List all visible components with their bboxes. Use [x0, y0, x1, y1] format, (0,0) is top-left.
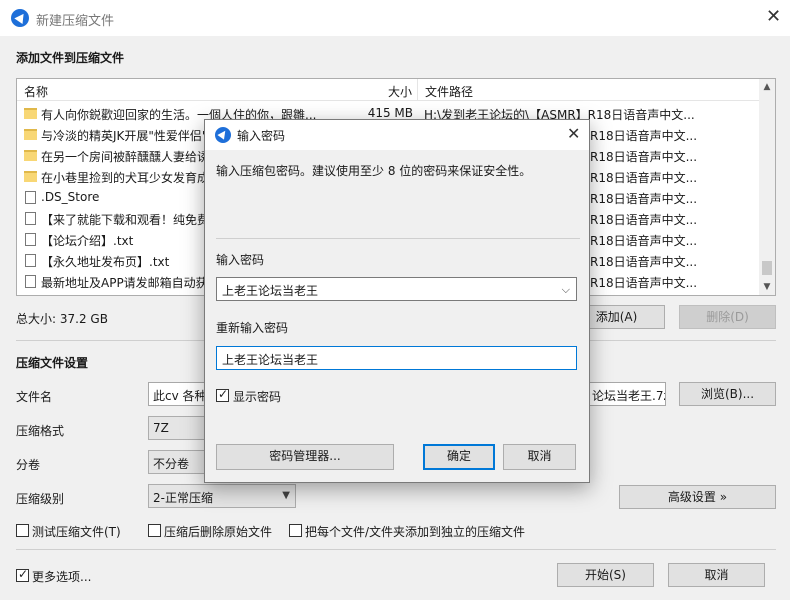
level-select[interactable]: 2-正常压缩 ▼ — [148, 484, 296, 508]
password-input[interactable]: 上老王论坛当老王 ⌵ — [216, 277, 577, 301]
divider — [16, 549, 776, 550]
cancel-button[interactable]: 取消 — [668, 563, 765, 587]
dialog-title: 输入密码 — [237, 129, 286, 143]
file-icon — [25, 254, 36, 267]
delete-after-checkbox[interactable] — [148, 524, 161, 537]
file-size: 415 MB — [367, 106, 413, 120]
chevron-down-icon: ▼ — [282, 490, 290, 501]
advanced-settings-button[interactable]: 高级设置 » — [619, 485, 776, 509]
show-password-label[interactable]: 显示密码 — [233, 388, 281, 405]
window-title: 新建压缩文件 — [36, 14, 115, 29]
file-path: R18日语音声中文... — [590, 171, 698, 185]
bandizip-icon — [215, 127, 231, 143]
filename-input-tail[interactable]: 论坛当老王.7z — [588, 382, 666, 406]
password-dialog: 输入密码 ✕ 输入压缩包密码。建议使用至少 8 位的密码来保证安全性。 输入密码… — [204, 119, 590, 483]
folder-icon — [24, 171, 37, 182]
dialog-description: 输入压缩包密码。建议使用至少 8 位的密码来保证安全性。 — [216, 164, 532, 178]
dialog-cancel-button[interactable]: 取消 — [503, 444, 576, 470]
more-options-checkbox[interactable] — [16, 567, 29, 582]
settings-heading: 压缩文件设置 — [16, 356, 89, 370]
bandizip-icon — [11, 9, 29, 27]
level-value: 2-正常压缩 — [153, 491, 213, 505]
file-icon — [25, 191, 36, 204]
vertical-scrollbar[interactable]: ▲ ▼ — [759, 79, 775, 295]
column-name[interactable]: 名称 — [24, 83, 48, 100]
close-icon[interactable]: ✕ — [567, 124, 580, 143]
split-select[interactable]: 不分卷 — [148, 450, 208, 474]
each-separate-checkbox[interactable] — [289, 524, 302, 537]
total-size: 总大小: 37.2 GB — [16, 312, 108, 326]
scrollbar-thumb[interactable] — [762, 261, 772, 275]
dialog-titlebar: 输入密码 ✕ — [205, 120, 589, 150]
column-path[interactable]: 文件路径 — [425, 83, 473, 100]
folder-icon — [24, 129, 37, 140]
file-list-header: 名称 大小 文件路径 — [17, 79, 761, 101]
test-archive-label[interactable]: 测试压缩文件(T) — [32, 523, 121, 540]
format-select[interactable]: 7Z — [148, 416, 208, 440]
column-separator[interactable] — [417, 79, 418, 101]
close-icon[interactable]: ✕ — [766, 6, 781, 27]
add-files-heading: 添加文件到压缩文件 — [16, 51, 125, 65]
file-icon — [25, 275, 36, 288]
scroll-up-icon[interactable]: ▲ — [759, 79, 775, 95]
test-archive-checkbox[interactable] — [16, 524, 29, 537]
file-path: R18日语音声中文... — [590, 192, 698, 206]
password-manager-button[interactable]: 密码管理器... — [216, 444, 394, 470]
file-icon — [25, 212, 36, 225]
show-password-checkbox[interactable] — [216, 387, 229, 402]
each-separate-label[interactable]: 把每个文件/文件夹添加到独立的压缩文件 — [305, 523, 525, 540]
file-path: R18日语音声中文... — [590, 234, 698, 248]
filename-label: 文件名 — [16, 390, 53, 404]
window-titlebar: 新建压缩文件 ✕ — [0, 0, 790, 36]
scroll-down-icon[interactable]: ▼ — [759, 279, 775, 295]
file-path: R18日语音声中文... — [590, 276, 698, 290]
browse-button[interactable]: 浏览(B)... — [679, 382, 776, 406]
divider — [216, 238, 580, 239]
split-label: 分卷 — [16, 458, 41, 472]
confirm-password-input[interactable]: 上老王论坛当老王 — [216, 346, 577, 370]
confirm-password-label: 重新输入密码 — [216, 321, 289, 335]
chevron-down-icon[interactable]: ⌵ — [562, 283, 570, 297]
start-button[interactable]: 开始(S) — [557, 563, 654, 587]
column-size[interactable]: 大小 — [388, 83, 412, 100]
file-path: R18日语音声中文... — [590, 129, 698, 143]
ok-button[interactable]: 确定 — [423, 444, 495, 470]
more-options-label[interactable]: 更多选项... — [32, 568, 91, 585]
filename-input[interactable]: 此cv 各种声 — [148, 382, 208, 406]
password-label: 输入密码 — [216, 253, 265, 267]
delete-button[interactable]: 删除(D) — [679, 305, 776, 329]
file-path: R18日语音声中文... — [590, 255, 698, 269]
file-path: R18日语音声中文... — [590, 150, 698, 164]
folder-icon — [24, 150, 37, 161]
format-label: 压缩格式 — [16, 424, 65, 438]
level-label: 压缩级别 — [16, 492, 65, 506]
file-path: R18日语音声中文... — [590, 213, 698, 227]
password-value: 上老王论坛当老王 — [222, 284, 319, 298]
file-icon — [25, 233, 36, 246]
delete-after-label[interactable]: 压缩后删除原始文件 — [164, 523, 272, 540]
folder-icon — [24, 108, 37, 119]
